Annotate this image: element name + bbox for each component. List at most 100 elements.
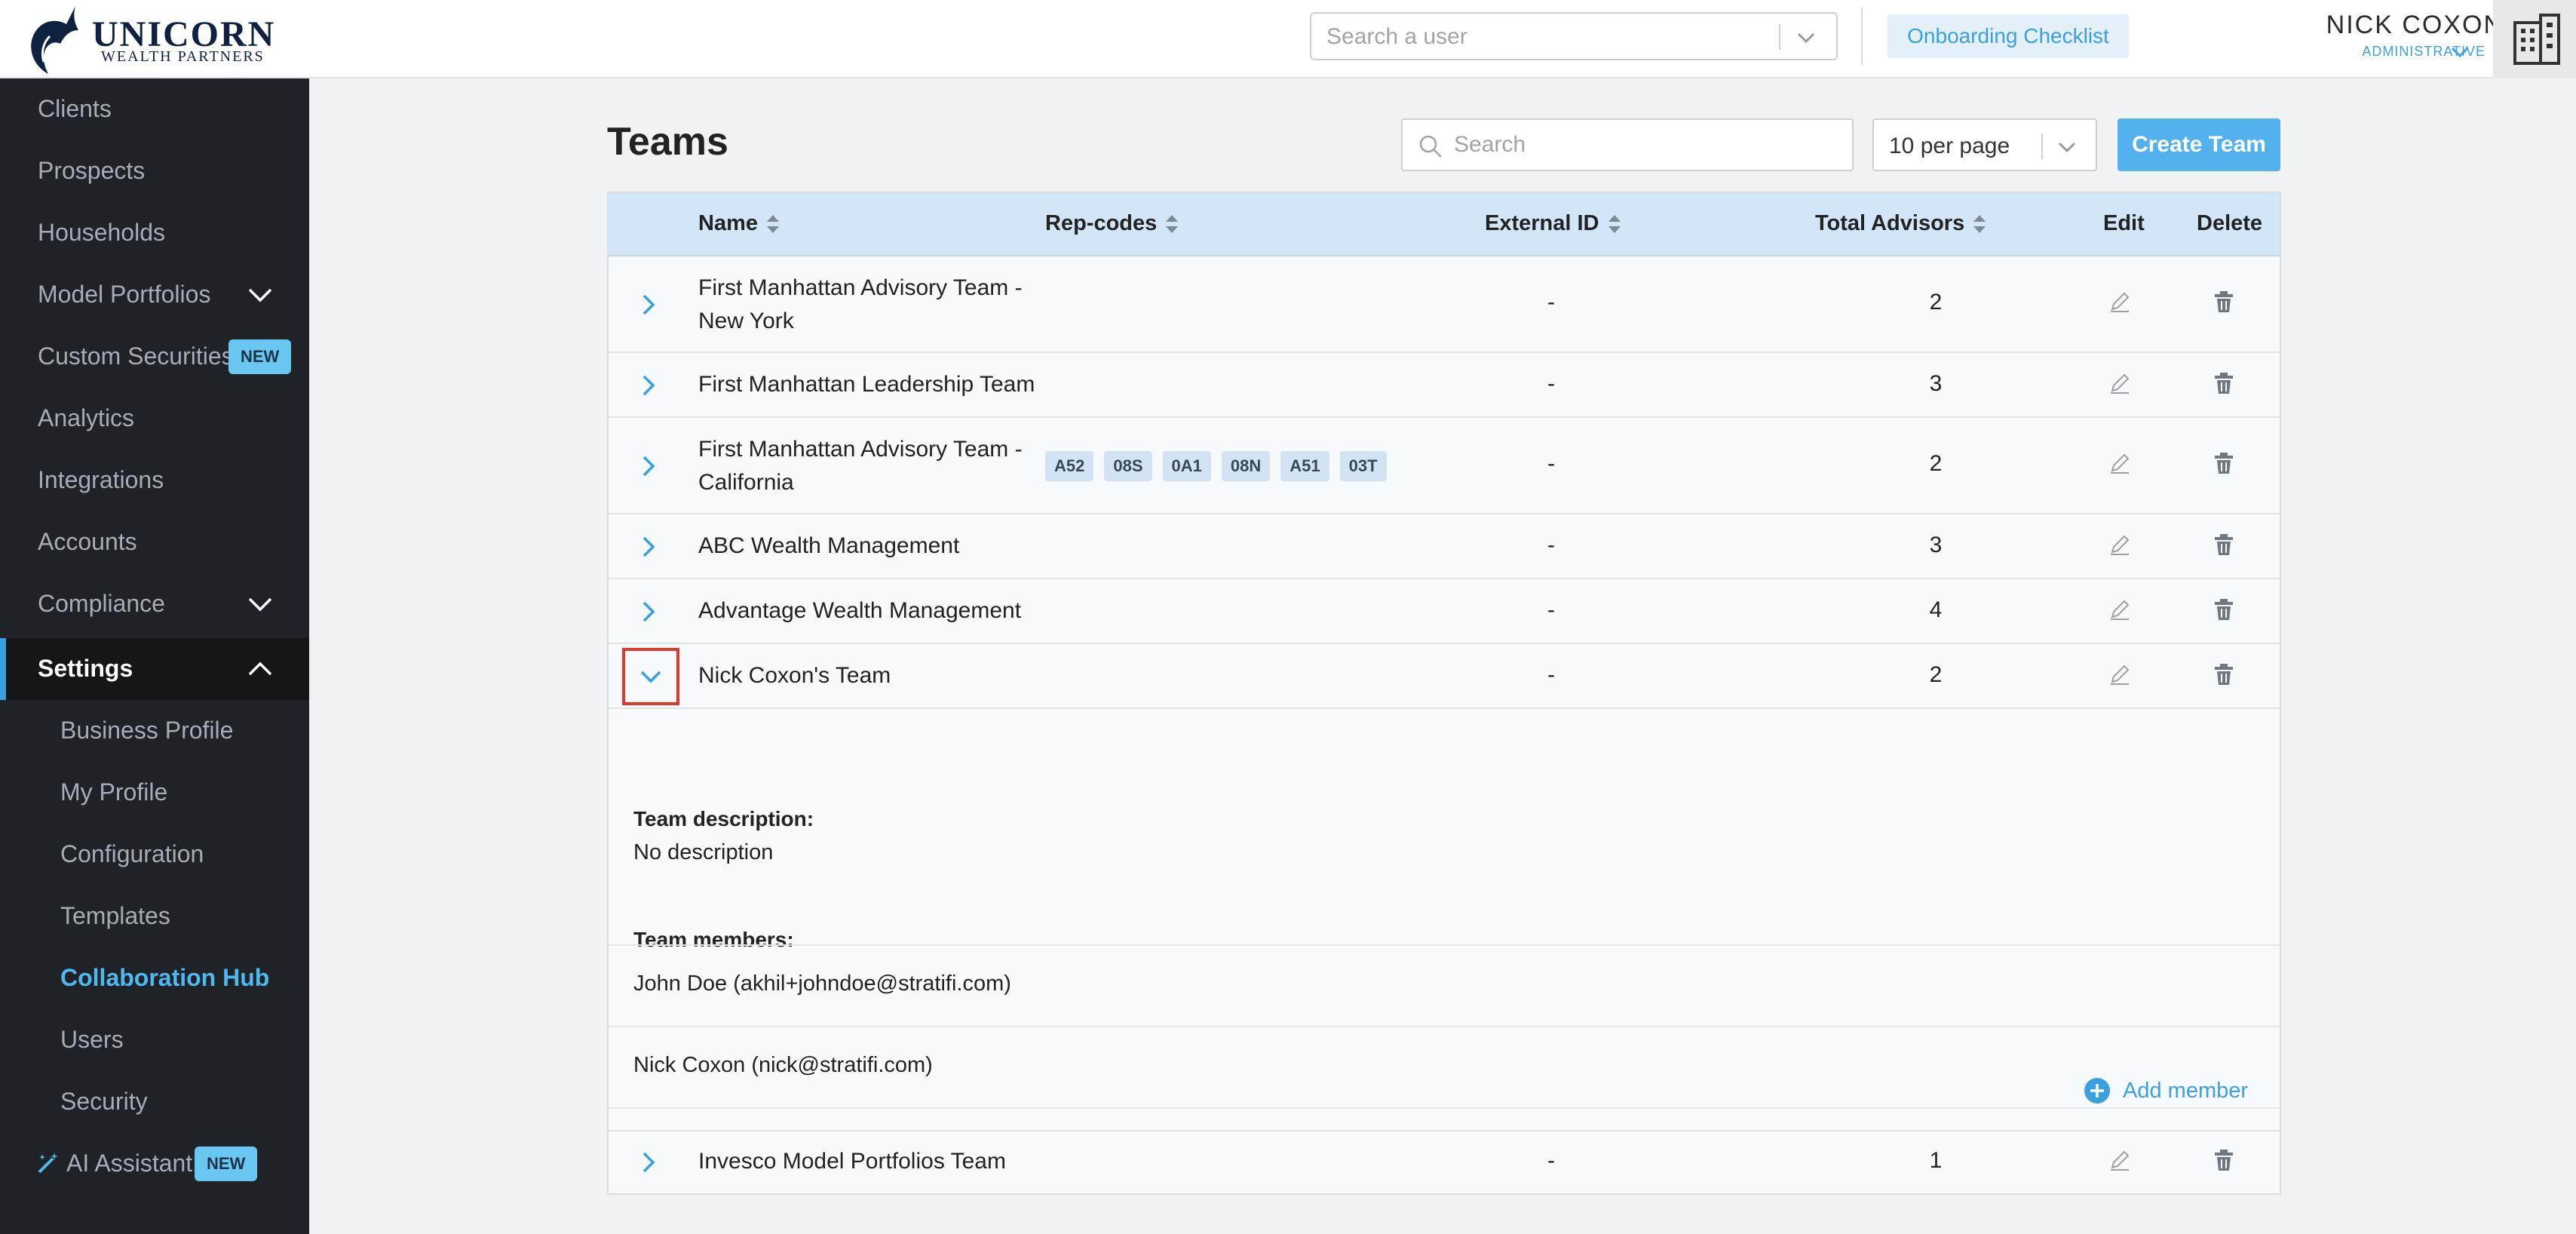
row-expand-button[interactable] [622, 276, 679, 333]
chevron-down-icon [248, 597, 272, 612]
column-header-total-advisors[interactable]: Total Advisors [1815, 211, 1987, 236]
row-expand-button[interactable] [622, 1134, 679, 1191]
total-advisors: 1 [1929, 1148, 1943, 1173]
sidebar-item-collaboration-hub[interactable]: Collaboration Hub [0, 947, 309, 1009]
pencil-icon[interactable] [2108, 371, 2132, 395]
row-expand-button[interactable] [622, 357, 679, 414]
chevron-right-icon [642, 536, 655, 557]
pencil-icon[interactable] [2108, 662, 2132, 686]
table-row[interactable]: First Manhattan Advisory Team - Californ… [609, 418, 2280, 514]
sidebar-item-model-portfolios[interactable]: Model Portfolios [0, 264, 309, 326]
pencil-icon[interactable] [2108, 290, 2132, 314]
row-expand-button[interactable] [622, 518, 679, 576]
sidebar-item-integrations[interactable]: Integrations [0, 450, 309, 511]
add-member-button[interactable]: Add member [2084, 1074, 2280, 1107]
pencil-icon[interactable] [2108, 451, 2132, 475]
trash-icon[interactable] [2213, 1148, 2234, 1172]
per-page-select[interactable]: 10 per page [1872, 118, 2097, 171]
row-expand-button[interactable] [622, 437, 679, 495]
team-name: Advantage Wealth Management [698, 598, 1022, 623]
sidebar-item-clients[interactable]: Clients [0, 78, 309, 140]
teams-table: Name Rep-codes External ID Total Advisor… [607, 192, 2281, 1195]
column-header-name[interactable]: Name [698, 211, 780, 236]
repcode-tag: 08S [1104, 451, 1152, 481]
repcode-tag: A51 [1280, 451, 1329, 481]
row-expand-button[interactable] [622, 583, 679, 640]
trash-icon[interactable] [2213, 290, 2234, 314]
table-header: Name Rep-codes External ID Total Advisor… [609, 193, 2280, 256]
sidebar-item-label: Analytics [38, 404, 135, 431]
team-description-label: Team description: [633, 807, 814, 830]
trash-icon[interactable] [2213, 371, 2234, 395]
select-separator [2041, 134, 2043, 159]
table-row[interactable]: Invesco Model Portfolios Team - 1 [609, 1131, 2280, 1193]
external-id: - [1547, 1148, 1555, 1173]
table-row[interactable]: First Manhattan Advisory Team - New York… [609, 256, 2280, 353]
sidebar-item-label: Integrations [38, 466, 164, 493]
team-name: Invesco Model Portfolios Team [698, 1149, 1006, 1174]
total-advisors: 3 [1929, 371, 1943, 396]
column-header-delete: Delete [2197, 211, 2263, 235]
sort-icon [1166, 215, 1179, 234]
sidebar-item-security[interactable]: Security [0, 1071, 309, 1133]
sidebar-item-compliance[interactable]: Compliance [0, 573, 309, 635]
sidebar-item-configuration[interactable]: Configuration [0, 824, 309, 886]
user-search-input[interactable] [1326, 23, 1734, 51]
chevron-down-icon[interactable] [1794, 26, 1818, 50]
total-advisors: 4 [1929, 597, 1943, 622]
team-member-name: Nick Coxon (nick@stratifi.com) [633, 1053, 933, 1077]
sidebar-item-custom-securities[interactable]: Custom Securities NEW [0, 326, 309, 388]
sort-icon [1973, 215, 1986, 234]
team-member-name: John Doe (akhil+johndoe@stratifi.com) [633, 972, 1011, 996]
chevron-up-icon [248, 662, 272, 676]
chevron-right-icon [642, 601, 655, 622]
sidebar-item-users[interactable]: Users [0, 1009, 309, 1071]
sidebar-item-my-profile[interactable]: My Profile [0, 762, 309, 824]
chevron-down-icon [248, 288, 272, 302]
table-row[interactable]: Advantage Wealth Management - 4 [609, 579, 2280, 644]
sidebar-item-label: Accounts [38, 528, 137, 555]
trash-icon[interactable] [2213, 662, 2234, 686]
sidebar-item-templates[interactable]: Templates [0, 886, 309, 947]
page-title: Teams [607, 120, 728, 164]
trash-icon[interactable] [2213, 597, 2234, 622]
team-member-row: Nick Coxon (nick@stratifi.com) [609, 1026, 2280, 1107]
trash-icon[interactable] [2213, 533, 2234, 557]
sidebar-item-label: Prospects [38, 157, 146, 184]
team-search-input[interactable] [1454, 130, 1831, 159]
table-row[interactable]: ABC Wealth Management - 3 [609, 514, 2280, 579]
user-search-select[interactable] [1310, 12, 1838, 60]
team-detail-panel: Team members: Team description: No descr… [609, 709, 2280, 1131]
total-advisors: 2 [1929, 451, 1943, 476]
row-collapse-button[interactable] [622, 648, 679, 705]
magic-wand-icon [38, 1153, 58, 1174]
create-team-button[interactable]: Create Team [2118, 118, 2280, 171]
column-header-repcodes[interactable]: Rep-codes [1045, 211, 1179, 236]
user-name[interactable]: NICK COXON [2277, 11, 2504, 40]
team-name: First Manhattan Advisory Team - New York [698, 275, 1023, 333]
company-switch-button[interactable] [2493, 0, 2576, 78]
trash-icon[interactable] [2213, 451, 2234, 475]
sidebar-item-business-profile[interactable]: Business Profile [0, 700, 309, 762]
sidebar-item-accounts[interactable]: Accounts [0, 511, 309, 573]
pencil-icon[interactable] [2108, 597, 2132, 622]
sidebar-item-ai-assistant[interactable]: AI Assistant NEW [0, 1133, 309, 1195]
sidebar-item-analytics[interactable]: Analytics [0, 388, 309, 450]
brand-subtitle: WEALTH PARTNERS [101, 48, 265, 65]
column-header-external-id[interactable]: External ID [1485, 211, 1622, 236]
table-row[interactable]: First Manhattan Leadership Team - 3 [609, 353, 2280, 418]
pencil-icon[interactable] [2108, 533, 2132, 557]
brand-logo[interactable]: UNICORN WEALTH PARTNERS [23, 5, 279, 74]
sidebar-item-prospects[interactable]: Prospects [0, 140, 309, 202]
pencil-icon[interactable] [2108, 1148, 2132, 1172]
user-menu-chevron-icon[interactable] [2449, 44, 2470, 62]
table-row-expanded[interactable]: Nick Coxon's Team - 2 [609, 644, 2280, 709]
sidebar-item-settings[interactable]: Settings [0, 638, 309, 700]
sidebar-item-label: Security [60, 1088, 148, 1115]
sidebar-item-label: My Profile [60, 778, 168, 806]
chevron-right-icon [642, 294, 655, 315]
sidebar-item-households[interactable]: Households [0, 202, 309, 264]
sidebar-item-label: Business Profile [60, 717, 234, 744]
onboarding-checklist-button[interactable]: Onboarding Checklist [1888, 14, 2129, 58]
team-search-field[interactable] [1401, 118, 1854, 171]
